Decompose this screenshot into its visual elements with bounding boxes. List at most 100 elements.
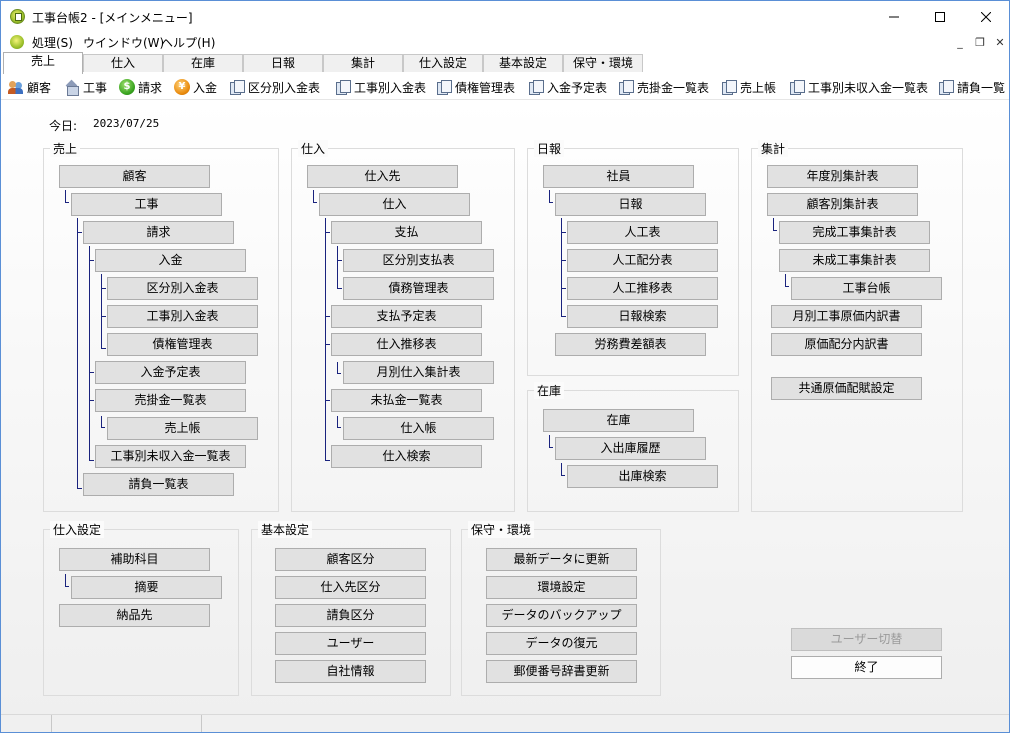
btn-supplier[interactable]: 仕入先 xyxy=(307,165,458,188)
tab-shiire-settei[interactable]: 仕入設定 xyxy=(403,54,483,72)
mdi-minimize-icon[interactable]: _ xyxy=(951,34,969,50)
app-icon xyxy=(10,9,25,24)
btn-update-data[interactable]: 最新データに更新 xyxy=(486,548,637,571)
btn-invoice[interactable]: 請求 xyxy=(83,221,234,244)
minimize-button[interactable] xyxy=(871,1,917,32)
tab-shukei[interactable]: 集計 xyxy=(323,54,403,72)
btn-daily-report[interactable]: 日報 xyxy=(555,193,706,216)
btn-contract-category[interactable]: 請負区分 xyxy=(275,604,426,627)
exit-button[interactable]: 終了 xyxy=(791,656,942,679)
btn-zipcode-update[interactable]: 郵便番号辞書更新 xyxy=(486,660,637,683)
btn-purchase-trend[interactable]: 仕入推移表 xyxy=(331,333,482,356)
btn-delivery-destination[interactable]: 納品先 xyxy=(59,604,210,627)
toolbar-payment[interactable]: ¥ 入金 xyxy=(174,77,217,97)
mdi-close-icon[interactable]: ✕ xyxy=(991,34,1009,50)
tab-kihon-settei[interactable]: 基本設定 xyxy=(483,54,563,72)
btn-payables[interactable]: 債務管理表 xyxy=(343,277,494,300)
menu-window[interactable]: ウインドウ(W) xyxy=(83,34,164,51)
people-icon xyxy=(8,79,24,95)
btn-shipment-search[interactable]: 出庫検索 xyxy=(567,465,718,488)
tab-shiire[interactable]: 仕入 xyxy=(83,54,163,72)
btn-employee[interactable]: 社員 xyxy=(543,165,694,188)
btn-cost-allocation-breakdown[interactable]: 原価配分内訳書 xyxy=(771,333,922,356)
btn-project-payment-report[interactable]: 工事別入金表 xyxy=(107,305,258,328)
btn-stock[interactable]: 在庫 xyxy=(543,409,694,432)
btn-customer-summary[interactable]: 顧客別集計表 xyxy=(767,193,918,216)
tab-zaiko[interactable]: 在庫 xyxy=(163,54,243,72)
toolbar-construction[interactable]: 工事 xyxy=(64,77,107,97)
document-icon xyxy=(938,79,954,95)
btn-unpaid-payables[interactable]: 未払金一覧表 xyxy=(331,389,482,412)
switch-user-button[interactable]: ユーザー切替 xyxy=(791,628,942,651)
btn-common-cost-settings[interactable]: 共通原価配賦設定 xyxy=(771,377,922,400)
btn-company-info[interactable]: 自社情報 xyxy=(275,660,426,683)
group-shiire-title: 仕入 xyxy=(298,140,329,157)
btn-receivables[interactable]: 債権管理表 xyxy=(107,333,258,356)
toolbar-invoice[interactable]: $ 請求 xyxy=(119,77,162,97)
btn-completed-summary[interactable]: 完成工事集計表 xyxy=(779,221,930,244)
btn-stock-history[interactable]: 入出庫履歴 xyxy=(555,437,706,460)
btn-construction-ledger[interactable]: 工事台帳 xyxy=(791,277,942,300)
group-nippo-title: 日報 xyxy=(534,140,565,157)
toolbar-payment-schedule[interactable]: 入金予定表 xyxy=(528,77,607,97)
btn-contract-list[interactable]: 請負一覧表 xyxy=(83,473,234,496)
btn-sales-ledger[interactable]: 売上帳 xyxy=(107,417,258,440)
toolbar-accounts-receivable[interactable]: 売掛金一覧表 xyxy=(618,77,709,97)
btn-category-payment-report[interactable]: 区分別入金表 xyxy=(107,277,258,300)
btn-yearly-summary[interactable]: 年度別集計表 xyxy=(767,165,918,188)
btn-environment-settings[interactable]: 環境設定 xyxy=(486,576,637,599)
toolbar-receivables[interactable]: 債権管理表 xyxy=(436,77,515,97)
document-icon xyxy=(618,79,634,95)
tab-nippo[interactable]: 日報 xyxy=(243,54,323,72)
house-icon xyxy=(64,79,80,96)
btn-sub-account[interactable]: 補助科目 xyxy=(59,548,210,571)
status-divider xyxy=(51,715,52,732)
group-kihon-settei-title: 基本設定 xyxy=(258,521,313,538)
btn-customer[interactable]: 顧客 xyxy=(59,165,210,188)
toolbar-customer[interactable]: 顧客 xyxy=(8,77,51,97)
btn-monthly-purchase[interactable]: 月別仕入集計表 xyxy=(343,361,494,384)
coin-icon: ¥ xyxy=(174,79,190,95)
toolbar-unpaid-list[interactable]: 工事別未収入金一覧表 xyxy=(789,77,928,97)
tab-hoshu[interactable]: 保守・環境 xyxy=(563,54,643,72)
menu-process[interactable]: 処理(S) xyxy=(32,34,73,51)
date-label: 今日: xyxy=(49,119,78,133)
btn-unpaid-list[interactable]: 工事別未収入金一覧表 xyxy=(95,445,246,468)
btn-summary-text[interactable]: 摘要 xyxy=(71,576,222,599)
btn-customer-category[interactable]: 顧客区分 xyxy=(275,548,426,571)
btn-manday-allocation[interactable]: 人工配分表 xyxy=(567,249,718,272)
btn-supplier-category[interactable]: 仕入先区分 xyxy=(275,576,426,599)
btn-uncompleted-summary[interactable]: 未成工事集計表 xyxy=(779,249,930,272)
btn-backup[interactable]: データのバックアップ xyxy=(486,604,637,627)
app-menu-icon[interactable] xyxy=(10,35,24,49)
tab-uriage[interactable]: 売上 xyxy=(3,52,83,74)
btn-monthly-cost-breakdown[interactable]: 月別工事原価内訳書 xyxy=(771,305,922,328)
btn-manday-trend[interactable]: 人工推移表 xyxy=(567,277,718,300)
btn-restore[interactable]: データの復元 xyxy=(486,632,637,655)
menu-help[interactable]: ヘルプ(H) xyxy=(161,34,215,51)
mdi-restore-icon[interactable]: ❐ xyxy=(971,34,989,50)
btn-construction[interactable]: 工事 xyxy=(71,193,222,216)
btn-payment[interactable]: 入金 xyxy=(95,249,246,272)
btn-category-pay-report[interactable]: 区分別支払表 xyxy=(343,249,494,272)
btn-daily-search[interactable]: 日報検索 xyxy=(567,305,718,328)
minimize-icon xyxy=(889,16,899,17)
btn-pay-schedule[interactable]: 支払予定表 xyxy=(331,305,482,328)
btn-purchase-ledger[interactable]: 仕入帳 xyxy=(343,417,494,440)
toolbar-sales-ledger[interactable]: 売上帳 xyxy=(721,77,776,97)
btn-purchase-search[interactable]: 仕入検索 xyxy=(331,445,482,468)
btn-accounts-receivable[interactable]: 売掛金一覧表 xyxy=(95,389,246,412)
close-button[interactable] xyxy=(963,1,1009,32)
toolbar-contract-list[interactable]: 請負一覧 xyxy=(938,77,1005,97)
date-value: 2023/07/25 xyxy=(93,117,160,130)
document-icon xyxy=(436,79,452,95)
maximize-button[interactable] xyxy=(917,1,963,32)
btn-payment-schedule[interactable]: 入金予定表 xyxy=(95,361,246,384)
btn-manday-table[interactable]: 人工表 xyxy=(567,221,718,244)
btn-labor-cost-diff[interactable]: 労務費差額表 xyxy=(555,333,706,356)
btn-pay[interactable]: 支払 xyxy=(331,221,482,244)
toolbar-project-payment-report[interactable]: 工事別入金表 xyxy=(335,77,426,97)
btn-user[interactable]: ユーザー xyxy=(275,632,426,655)
btn-purchase[interactable]: 仕入 xyxy=(319,193,470,216)
toolbar-category-payment-report[interactable]: 区分別入金表 xyxy=(229,77,320,97)
